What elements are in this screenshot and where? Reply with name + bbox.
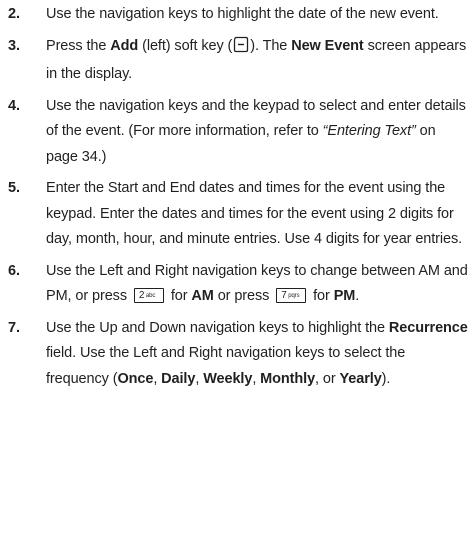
step-number: 7. [8,319,20,336]
new-event-screen-name: New Event [291,37,364,54]
option-daily: Daily [161,370,196,387]
option-weekly: Weekly [203,370,253,387]
step-text: ). The [250,37,292,54]
cross-reference: “Entering Text” [322,123,416,139]
step-2: 2. Use the navigation keys to highlight … [8,2,470,28]
recurrence-field-label: Recurrence [388,319,468,336]
option-yearly: Yearly [339,370,382,387]
manual-page: 2. Use the navigation keys to highlight … [0,0,476,541]
step-3: 3. Press the Add (left) soft key ( ). The… [8,34,470,88]
step-number: 2. [8,6,20,22]
step-number: 3. [8,37,20,54]
step-text: Press the [46,37,111,54]
pm-label: PM [333,288,356,304]
key-7-pqrs-icon: 7 pqrs [276,288,307,303]
steps-list: 2. Use the navigation keys to highlight … [8,2,470,392]
option-monthly: Monthly [260,370,316,387]
step-text: Use the Up and Down navigation keys to h… [46,319,389,336]
key-2-abc-icon: 2 abc [133,288,164,303]
am-label: AM [191,288,214,304]
step-5: 5. Enter the Start and End dates and tim… [8,176,470,253]
separator: , or [315,370,340,387]
step-number: 4. [8,97,20,114]
option-once: Once [117,370,154,387]
step-text: for [309,288,334,304]
step-text: Enter the Start and End dates and times … [46,180,463,247]
step-text: Use the navigation keys to highlight the… [46,6,439,22]
step-number: 5. [8,180,20,196]
step-6: 6. Use the Left and Right navigation key… [8,259,470,310]
step-number: 6. [8,262,20,279]
step-text: or press [213,288,274,304]
add-softkey-label: Add [110,37,139,54]
left-softkey-icon [233,36,249,63]
step-text: (left) soft key ( [138,37,233,54]
step-text: . [355,288,360,304]
separator: , [252,370,261,387]
separator: , [153,370,162,387]
step-text: for [166,288,192,304]
step-7: 7. Use the Up and Down navigation keys t… [8,316,470,393]
step-text: ). [381,370,391,387]
step-4: 4. Use the navigation keys and the keypa… [8,94,470,171]
